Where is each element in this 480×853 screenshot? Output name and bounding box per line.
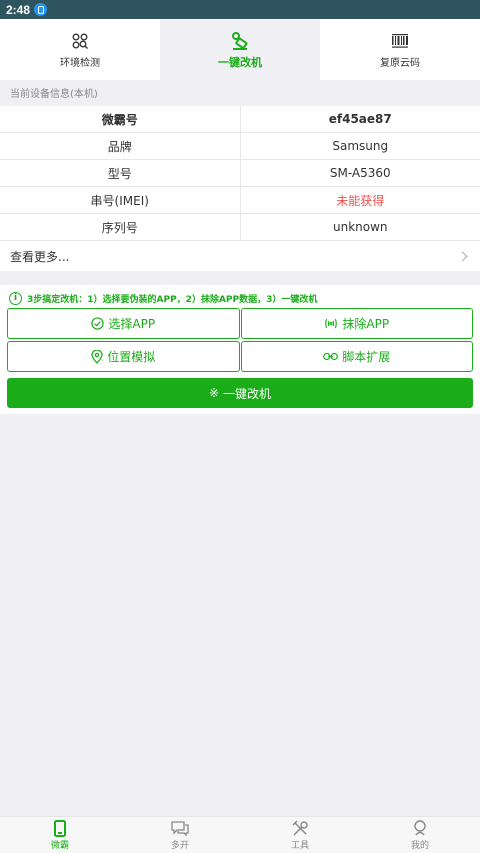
action-buttons: 选择APP 抹除APP 位置模拟 脚本扩展 bbox=[7, 308, 473, 372]
tools-icon bbox=[292, 819, 309, 837]
status-bar: 2:48 bbox=[0, 0, 480, 19]
user-icon bbox=[412, 819, 428, 837]
script-ext-label: 脚本扩展 bbox=[342, 350, 391, 364]
info-label: 微霸号 bbox=[0, 106, 241, 132]
select-app-button[interactable]: 选择APP bbox=[7, 308, 240, 339]
tab-label: 复原云码 bbox=[380, 58, 420, 69]
bottom-nav: 微霸 多开 工具 我的 bbox=[0, 816, 480, 853]
barcode-icon bbox=[391, 30, 409, 52]
info-label: 串号(IMEI) bbox=[0, 187, 241, 213]
info-value: Samsung bbox=[332, 139, 389, 153]
top-tabs: 环境检测 一键改机 复原云码 bbox=[0, 19, 480, 80]
one-click-label: 一键改机 bbox=[223, 386, 272, 401]
check-circle-icon bbox=[91, 317, 105, 330]
tab-one-click-modify[interactable]: 一键改机 bbox=[160, 19, 320, 80]
info-label: 品牌 bbox=[0, 133, 241, 159]
location-sim-button[interactable]: 位置模拟 bbox=[7, 341, 240, 372]
info-icon: i bbox=[9, 291, 22, 305]
select-app-label: 选择APP bbox=[108, 317, 156, 331]
chevron-right-icon bbox=[457, 251, 468, 261]
info-label: 型号 bbox=[0, 160, 241, 186]
info-value: 未能获得 bbox=[336, 193, 385, 208]
location-pin-icon bbox=[91, 349, 103, 364]
tab-environment-check[interactable]: 环境检测 bbox=[0, 19, 160, 80]
nav-label: 工具 bbox=[290, 841, 309, 851]
table-row: 串号(IMEI) 未能获得 bbox=[0, 187, 480, 214]
chat-icon bbox=[171, 819, 189, 837]
nav-label: 微霸 bbox=[50, 841, 69, 851]
search-icon bbox=[72, 30, 88, 52]
section-title: 当前设备信息(本机) bbox=[10, 89, 98, 100]
location-sim-label: 位置模拟 bbox=[107, 350, 156, 364]
erase-icon bbox=[324, 317, 338, 330]
phone-icon bbox=[54, 819, 66, 837]
table-row: 型号 SM-A5360 bbox=[0, 160, 480, 187]
nav-item-weiba[interactable]: 微霸 bbox=[0, 817, 120, 853]
device-info-table: 微霸号 ef45ae87 品牌 Samsung 型号 SM-A5360 串号(I… bbox=[0, 106, 480, 241]
nav-label: 我的 bbox=[410, 841, 429, 851]
broom-icon bbox=[230, 30, 250, 52]
info-value: SM-A5360 bbox=[329, 166, 391, 180]
see-more-link[interactable]: 查看更多... bbox=[0, 241, 480, 271]
erase-app-button[interactable]: 抹除APP bbox=[240, 308, 473, 339]
table-row: 品牌 Samsung bbox=[0, 133, 480, 160]
hint-label: 3步搞定改机：1）选择要伪装的APP，2）抹除APP数据，3）一键改机 bbox=[27, 294, 318, 305]
table-row: 序列号 unknown bbox=[0, 214, 480, 241]
nav-item-tools[interactable]: 工具 bbox=[240, 817, 360, 853]
sparkle-icon: ※ bbox=[208, 386, 220, 400]
table-row: 微霸号 ef45ae87 bbox=[0, 106, 480, 133]
see-more-label: 查看更多... bbox=[10, 249, 70, 264]
status-time: 2:48 bbox=[6, 2, 31, 17]
info-value: unknown bbox=[332, 220, 388, 234]
nav-item-multi-open[interactable]: 多开 bbox=[120, 817, 240, 853]
erase-app-label: 抹除APP bbox=[342, 317, 390, 331]
tab-restore-cloud-code[interactable]: 复原云码 bbox=[320, 19, 480, 80]
one-click-modify-button[interactable]: ※ 一键改机 bbox=[7, 378, 473, 408]
info-value: ef45ae87 bbox=[328, 112, 392, 126]
info-label: 序列号 bbox=[0, 214, 241, 240]
tab-label: 环境检测 bbox=[60, 58, 100, 69]
action-panel: i 3步搞定改机：1）选择要伪装的APP，2）抹除APP数据，3）一键改机 选择… bbox=[0, 285, 480, 414]
notification-icon bbox=[34, 3, 48, 16]
nav-label: 多开 bbox=[170, 841, 189, 851]
hint-text: i 3步搞定改机：1）选择要伪装的APP，2）抹除APP数据，3）一键改机 bbox=[9, 291, 473, 305]
nav-item-me[interactable]: 我的 bbox=[360, 817, 480, 853]
link-icon bbox=[323, 351, 339, 362]
script-ext-button[interactable]: 脚本扩展 bbox=[240, 341, 473, 372]
tab-label: 一键改机 bbox=[218, 55, 262, 69]
